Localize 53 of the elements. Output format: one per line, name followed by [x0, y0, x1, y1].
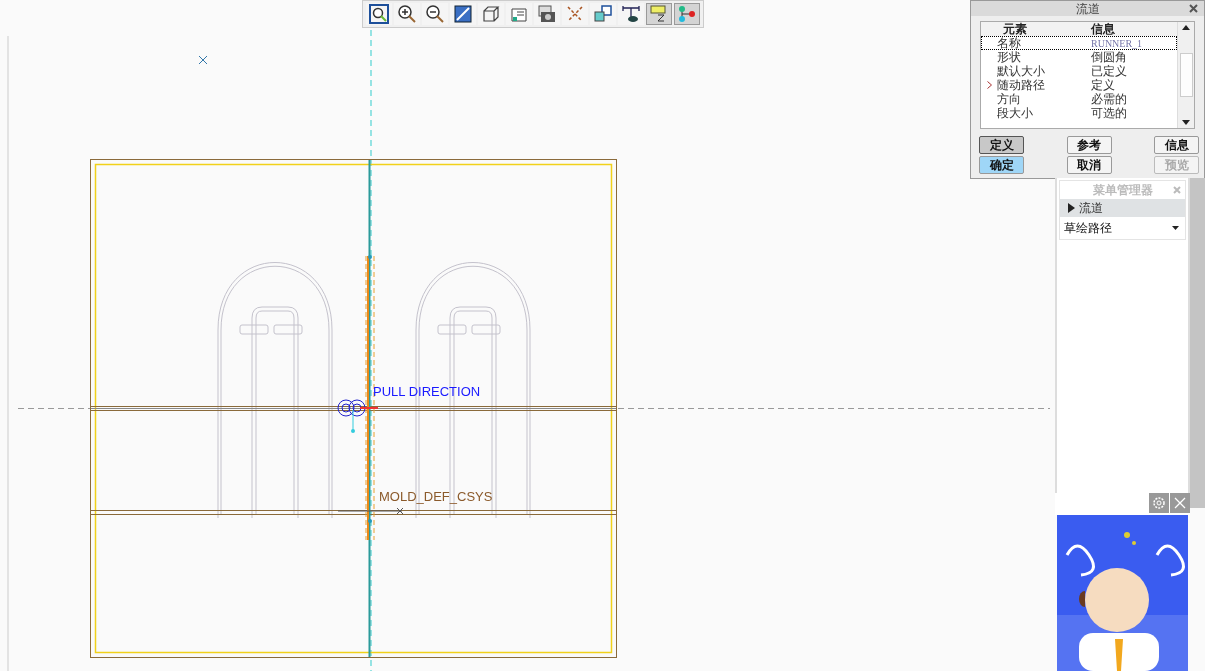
scroll-thumb[interactable] [1179, 53, 1193, 97]
dialog-button[interactable]: 信息 [1154, 136, 1200, 154]
element-name: 形状 [997, 50, 1022, 64]
close-button[interactable] [1170, 493, 1190, 513]
repaint-icon [453, 4, 473, 24]
element-name: 随动路径 [997, 78, 1046, 92]
annotation-icon [649, 4, 669, 24]
element-name: 名称 [997, 36, 1022, 50]
dimension-icon [621, 4, 641, 24]
element-name: 默认大小 [997, 64, 1046, 78]
camera-icon [537, 4, 557, 24]
canvas-label: MOLD_DEF_CSYS [379, 490, 493, 503]
list-row[interactable]: 方向 必需的 [981, 92, 1177, 106]
element-info: RUNNER_1 [1090, 36, 1143, 50]
csys-marker-icon [198, 55, 208, 65]
zoom-icon [369, 4, 389, 24]
column-header: 元素 [1002, 22, 1028, 36]
element-info: 必需的 [1090, 92, 1127, 106]
zoom-in-icon [397, 4, 417, 24]
dialog-button[interactable]: 定义 [979, 136, 1024, 154]
spin-icon [593, 4, 613, 24]
dialog-button[interactable]: 确定 [979, 156, 1024, 174]
close-icon[interactable] [1189, 4, 1198, 13]
column-header: 信息 [1089, 22, 1115, 36]
element-info: 已定义 [1090, 64, 1127, 78]
cube-icon [481, 4, 501, 24]
dialog-button[interactable]: 参考 [1066, 136, 1112, 154]
list-row[interactable]: 随动路径 定义 [981, 78, 1177, 92]
menu-title: 菜单管理器 [1092, 182, 1153, 199]
list-row[interactable]: 段大小 可选的 [981, 106, 1177, 120]
list-row[interactable]: 形状 倒圆角 [981, 50, 1177, 64]
dialog-button[interactable]: 取消 [1066, 156, 1112, 174]
menu-dropdown[interactable]: 草绘路径 [1060, 217, 1185, 239]
zoom-out-icon [425, 4, 445, 24]
canvas-label: PULL DIRECTION [373, 385, 481, 398]
element-info: 倒圆角 [1090, 50, 1127, 64]
coordinate-system-icon [337, 507, 404, 515]
element-name: 段大小 [997, 106, 1034, 120]
settings-icon [1152, 496, 1166, 510]
list-row[interactable]: 名称 RUNNER_1 [981, 36, 1177, 50]
menu-header[interactable]: 流道 [1060, 199, 1185, 217]
element-info: 可选的 [1090, 106, 1127, 120]
element-info: 定义 [1090, 78, 1115, 92]
pull-direction-marker-icon [337, 399, 379, 433]
scroll-up-icon[interactable] [1182, 25, 1190, 30]
element-name: 方向 [997, 92, 1022, 106]
list-row[interactable]: 默认大小 已定义 [981, 64, 1177, 78]
caret-icon [1172, 226, 1179, 230]
scroll-down-icon[interactable] [1182, 120, 1190, 125]
triangle-icon [1068, 203, 1075, 213]
nodes-icon [677, 4, 697, 24]
dialog-title: 流道 [1075, 2, 1100, 15]
close-icon [1174, 497, 1186, 509]
